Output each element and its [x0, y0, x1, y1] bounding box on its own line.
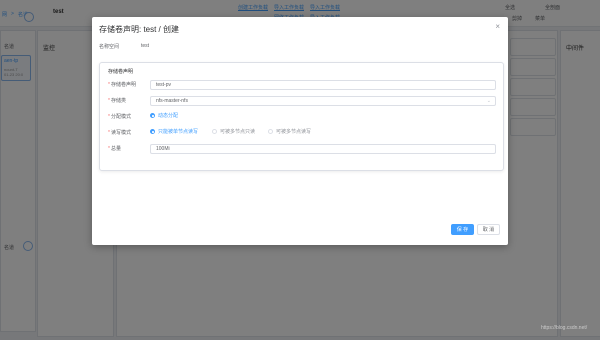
radio-label: 只能被单节点读写 — [158, 129, 199, 135]
save-button[interactable]: 保 存 — [451, 224, 474, 235]
radio-checked-icon — [150, 129, 155, 134]
pvc-form-section: 存储卷声明 *存储卷声明 test-pv *存储类 nfs-master-nfs… — [99, 62, 504, 171]
radio-unchecked-icon — [268, 129, 273, 134]
close-icon[interactable]: × — [495, 23, 500, 31]
cancel-button[interactable]: 取 消 — [477, 224, 500, 235]
radio-label: 动态分配 — [158, 113, 179, 119]
storage-class-value: nfs-master-nfs — [156, 98, 188, 104]
chevron-down-icon: ⌄ — [486, 98, 491, 104]
access-mode-rwo-radio[interactable]: 只能被单节点读写 — [150, 128, 198, 135]
radio-unchecked-icon — [212, 129, 217, 134]
pvc-name-value: test-pv — [156, 82, 172, 88]
create-pvc-dialog: 存储卷声明: test / 创建 × 名称空间 test 存储卷声明 *存储卷声… — [92, 17, 508, 245]
access-mode-label: *读写模式 — [108, 130, 131, 136]
pvc-name-input[interactable]: test-pv — [150, 80, 496, 90]
capacity-value: 100Mi — [156, 146, 170, 152]
storage-class-select[interactable]: nfs-master-nfs ⌄ — [150, 96, 496, 106]
access-mode-rox-radio[interactable]: 可被多节点只读 — [212, 128, 255, 135]
access-mode-rwx-radio[interactable]: 可被多节点读写 — [268, 128, 311, 135]
radio-checked-icon — [150, 113, 155, 118]
dialog-title: 存储卷声明: test / 创建 — [99, 25, 180, 34]
namespace-value: test — [141, 43, 150, 49]
alloc-mode-dynamic-radio[interactable]: 动态分配 — [150, 112, 178, 119]
capacity-input[interactable]: 100Mi — [150, 144, 496, 154]
section-title: 存储卷声明 — [108, 69, 134, 75]
namespace-label: 名称空间 — [99, 44, 120, 50]
alloc-mode-label: *分配模式 — [108, 114, 131, 120]
watermark: https://blog.csdn.net/ — [541, 325, 588, 331]
storage-class-label: *存储类 — [108, 98, 126, 104]
pvc-name-label: *存储卷声明 — [108, 82, 136, 88]
capacity-label: *总量 — [108, 146, 121, 152]
radio-label: 可被多节点只读 — [220, 129, 256, 135]
radio-label: 可被多节点读写 — [276, 129, 312, 135]
